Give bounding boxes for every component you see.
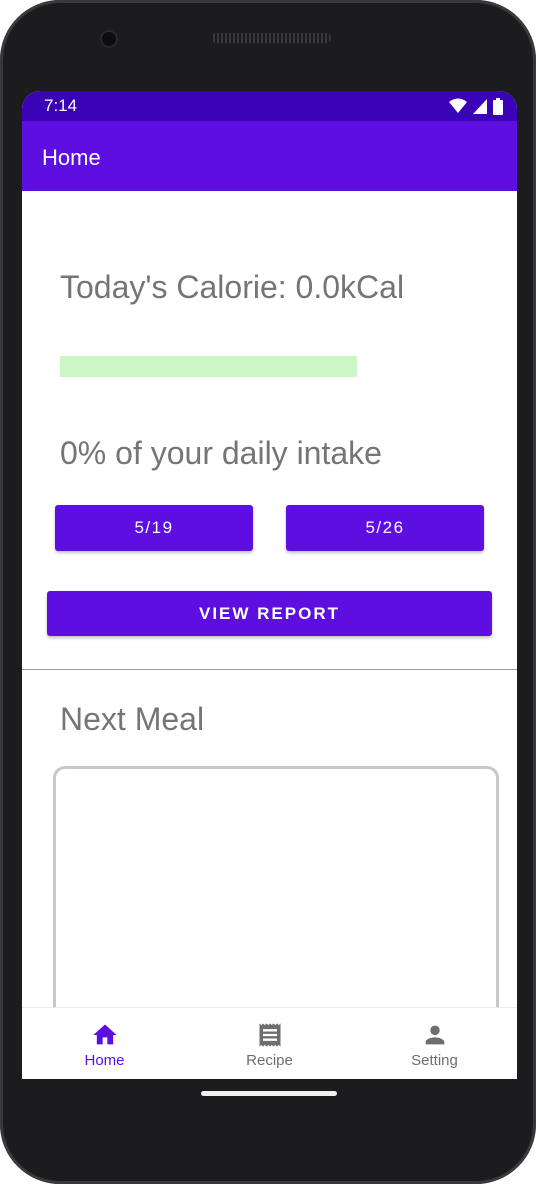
week-button-1[interactable]: 5/19 (55, 505, 253, 551)
signal-icon (473, 98, 487, 114)
receipt-icon (259, 1023, 280, 1047)
front-camera (100, 30, 118, 48)
home-icon (92, 1024, 117, 1045)
nav-label-home: Home (84, 1052, 125, 1069)
page-title: Home (42, 145, 101, 170)
calorie-title: Today's Calorie: 0.0kCal (60, 269, 405, 305)
status-icons (449, 97, 503, 115)
battery-icon (493, 97, 503, 115)
section-divider (22, 669, 517, 670)
app-screen: 7:14 Home Today's Calorie: 0.0kCal 0% of… (22, 91, 517, 1079)
home-indicator[interactable] (201, 1091, 337, 1096)
nav-label-recipe: Recipe (246, 1052, 293, 1069)
wifi-icon (449, 98, 467, 113)
nav-item-setting[interactable]: Setting (352, 1008, 517, 1079)
earpiece-speaker (211, 33, 331, 43)
status-bar: 7:14 (22, 91, 517, 121)
intake-percent-text: 0% of your daily intake (60, 435, 382, 471)
nav-label-setting: Setting (411, 1052, 458, 1069)
phone-device: 7:14 Home Today's Calorie: 0.0kCal 0% of… (0, 0, 536, 1184)
person-icon (425, 1025, 444, 1045)
week-button-2[interactable]: 5/26 (286, 505, 484, 551)
bottom-navigation: Home Recipe Setting (22, 1007, 517, 1079)
app-bar: Home (22, 121, 517, 191)
view-report-button[interactable]: VIEW REPORT (47, 591, 492, 636)
calorie-progress-bar (60, 356, 357, 377)
phone-bezel (0, 0, 536, 92)
nav-item-recipe[interactable]: Recipe (187, 1008, 352, 1079)
nav-item-home[interactable]: Home (22, 1008, 187, 1079)
next-meal-title: Next Meal (60, 701, 205, 737)
status-time: 7:14 (44, 96, 78, 115)
